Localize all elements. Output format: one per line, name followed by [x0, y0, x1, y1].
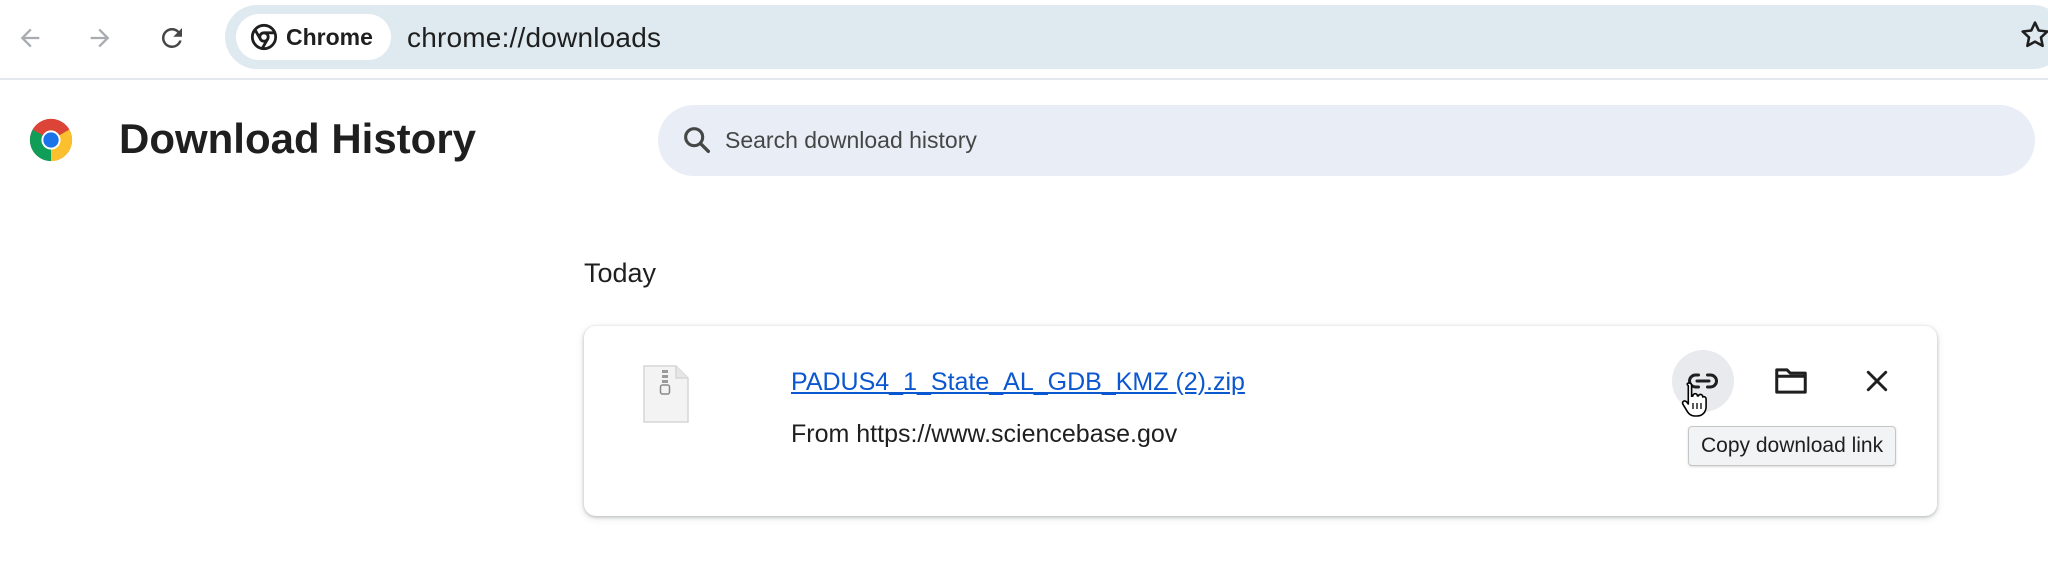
download-filename-link[interactable]: PADUS4_1_State_AL_GDB_KMZ (2).zip — [791, 368, 1245, 397]
page-title: Download History — [119, 115, 477, 162]
folder-icon — [1775, 368, 1807, 394]
arrow-left-icon — [20, 28, 40, 48]
zip-file-icon — [643, 365, 689, 423]
site-chip-label: Chrome — [286, 23, 373, 50]
arrow-right-icon — [90, 28, 110, 48]
reload-button[interactable] — [150, 16, 194, 60]
site-chip[interactable]: Chrome — [236, 14, 391, 60]
tooltip: Copy download link — [1688, 426, 1897, 466]
back-button[interactable] — [8, 16, 52, 60]
download-source-text: From https://www.sciencebase.gov — [791, 420, 1178, 448]
address-bar[interactable]: Chrome chrome://downloads — [225, 5, 2048, 69]
star-icon[interactable] — [2018, 18, 2048, 52]
download-item-card: PADUS4_1_State_AL_GDB_KMZ (2).zip From h… — [584, 326, 1937, 516]
chrome-icon — [250, 23, 278, 51]
chrome-logo-icon — [29, 118, 73, 162]
close-icon — [1866, 370, 1888, 392]
forward-button[interactable] — [78, 16, 122, 60]
remove-download-button[interactable] — [1846, 350, 1908, 412]
hand-cursor-icon — [1681, 382, 1707, 417]
search-input[interactable] — [725, 118, 2005, 162]
search-bar[interactable] — [658, 105, 2035, 176]
show-in-folder-button[interactable] — [1760, 350, 1822, 412]
date-section-label: Today — [584, 258, 657, 288]
url-text[interactable]: chrome://downloads — [407, 22, 661, 54]
reload-icon — [161, 27, 182, 48]
search-icon — [684, 127, 711, 154]
browser-toolbar: Chrome chrome://downloads — [0, 0, 2048, 80]
